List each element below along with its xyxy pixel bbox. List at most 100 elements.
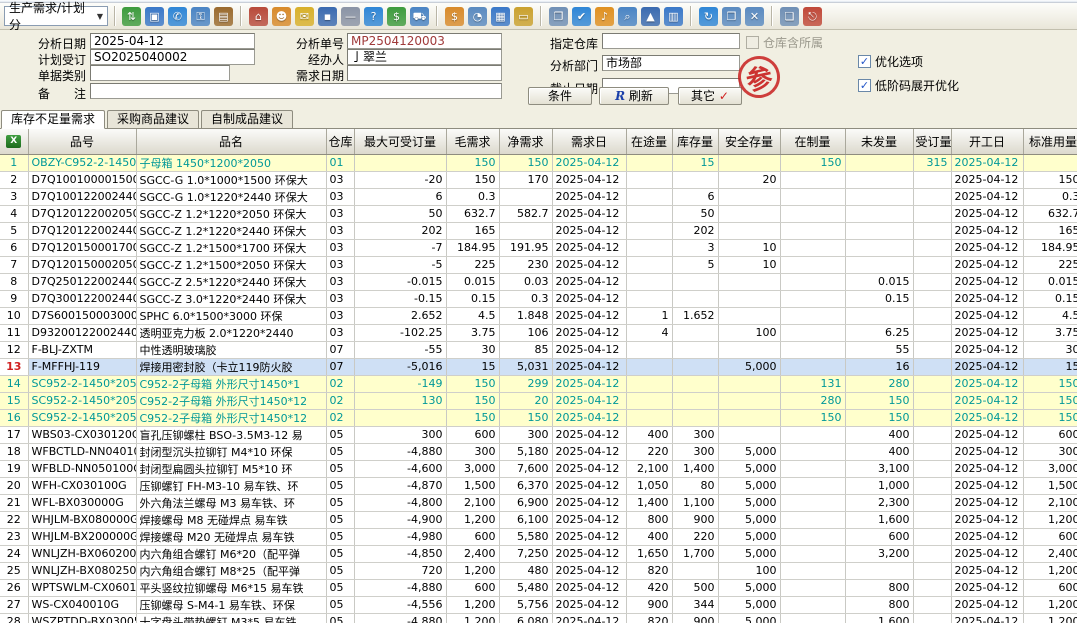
cell-in-transit[interactable]: 420 [626, 579, 672, 596]
cell-std-usage[interactable]: 0.3 [1023, 188, 1077, 205]
cell-std-usage[interactable]: 30 [1023, 341, 1077, 358]
cell-in-process[interactable] [780, 324, 845, 341]
cell-in-transit[interactable]: 800 [626, 511, 672, 528]
cell-start-date[interactable]: 2025-04-12 [951, 290, 1023, 307]
cell-start-date[interactable]: 2025-04-12 [951, 188, 1023, 205]
cell-ordered[interactable] [913, 392, 951, 409]
cell-demand-date[interactable]: 2025-04-12 [552, 562, 626, 579]
cell-max-orderable[interactable]: 720 [354, 562, 446, 579]
cell-max-orderable[interactable]: -0.15 [354, 290, 446, 307]
cell-safety-stock[interactable] [718, 205, 780, 222]
row-number[interactable]: 14 [0, 375, 28, 392]
table-row[interactable]: 2D7Q1001000015000GSGCC-G 1.0*1000*1500 环… [0, 171, 1077, 188]
calculator-icon[interactable]: ▦ [491, 7, 510, 26]
cell-in-process[interactable] [780, 290, 845, 307]
cell-max-orderable[interactable]: -4,900 [354, 511, 446, 528]
cell-gross-demand[interactable]: 0.15 [446, 290, 499, 307]
cell-unissued[interactable] [845, 205, 913, 222]
cell-safety-stock[interactable]: 5,000 [718, 358, 780, 375]
cell-ordered[interactable]: 315 [913, 154, 951, 171]
cell-item-name[interactable]: SGCC-Z 1.2*1500*1700 环保大 [136, 239, 326, 256]
cell-in-process[interactable] [780, 579, 845, 596]
table-row[interactable]: 21WFL-BX030000G外六角法兰螺母 M3 易车铁、环05-4,8002… [0, 494, 1077, 511]
table-row[interactable]: 27WS-CX040010G压铆螺母 S-M4-1 易车铁、环保05-4,556… [0, 596, 1077, 613]
cell-gross-demand[interactable]: 2,400 [446, 545, 499, 562]
table-row[interactable]: 19WFBLD-NN050100G封闭型扁圆头拉铆钉 M5*10 环05-4,6… [0, 460, 1077, 477]
cell-in-process[interactable] [780, 613, 845, 623]
cell-std-usage[interactable]: 632.7 [1023, 205, 1077, 222]
cell-in-transit[interactable]: 1,400 [626, 494, 672, 511]
cell-net-demand[interactable]: 7,250 [499, 545, 552, 562]
cell-safety-stock[interactable]: 5,000 [718, 579, 780, 596]
cell-in-transit[interactable] [626, 188, 672, 205]
row-number[interactable]: 12 [0, 341, 28, 358]
cell-gross-demand[interactable]: 150 [446, 409, 499, 426]
cell-ordered[interactable] [913, 324, 951, 341]
cell-std-usage[interactable]: 225 [1023, 256, 1077, 273]
cell-std-usage[interactable]: 1,200 [1023, 562, 1077, 579]
cell-item-name[interactable]: SGCC-Z 1.2*1500*2050 环保大 [136, 256, 326, 273]
cell-unissued[interactable]: 1,600 [845, 511, 913, 528]
cell-item-name[interactable]: SGCC-Z 2.5*1220*2440 环保大 [136, 273, 326, 290]
cell-ordered[interactable] [913, 494, 951, 511]
cell-unissued[interactable]: 16 [845, 358, 913, 375]
cell-demand-date[interactable]: 2025-04-12 [552, 290, 626, 307]
cell-net-demand[interactable]: 0.03 [499, 273, 552, 290]
row-number[interactable]: 25 [0, 562, 28, 579]
col-header-net-demand[interactable]: 净需求 [499, 129, 552, 154]
col-header-unissued[interactable]: 未发量 [845, 129, 913, 154]
table-row[interactable]: 16SC952-2-1450*2050-1C952-2子母箱 外形尺寸1450*… [0, 409, 1077, 426]
cell-net-demand[interactable]: 106 [499, 324, 552, 341]
cell-item-no[interactable]: WSZPTDD-BX030050G [28, 613, 136, 623]
cell-gross-demand[interactable]: 150 [446, 392, 499, 409]
cell-in-process[interactable] [780, 307, 845, 324]
cell-start-date[interactable]: 2025-04-12 [951, 511, 1023, 528]
cell-stock[interactable] [672, 273, 718, 290]
cell-start-date[interactable]: 2025-04-12 [951, 307, 1023, 324]
cell-stock[interactable]: 1,100 [672, 494, 718, 511]
cell-net-demand[interactable]: 582.7 [499, 205, 552, 222]
cell-std-usage[interactable]: 150 [1023, 392, 1077, 409]
cell-item-name[interactable]: SGCC-Z 3.0*1220*2440 环保大 [136, 290, 326, 307]
cell-ordered[interactable] [913, 222, 951, 239]
cell-max-orderable[interactable]: -4,880 [354, 443, 446, 460]
cell-gross-demand[interactable]: 600 [446, 579, 499, 596]
cell-warehouse[interactable]: 01 [326, 154, 354, 171]
cell-in-process[interactable] [780, 239, 845, 256]
remark-field[interactable] [90, 83, 502, 99]
cell-warehouse[interactable]: 05 [326, 545, 354, 562]
cell-safety-stock[interactable] [718, 341, 780, 358]
cell-safety-stock[interactable] [718, 290, 780, 307]
cell-item-no[interactable]: WBS03-CX030120G [28, 426, 136, 443]
cell-start-date[interactable]: 2025-04-12 [951, 222, 1023, 239]
cell-std-usage[interactable]: 1,200 [1023, 596, 1077, 613]
cell-safety-stock[interactable] [718, 375, 780, 392]
row-number[interactable]: 21 [0, 494, 28, 511]
cell-safety-stock[interactable]: 5,000 [718, 460, 780, 477]
exit-icon[interactable]: ⎋ [803, 7, 822, 26]
cell-in-process[interactable] [780, 222, 845, 239]
cell-item-no[interactable]: F-BLJ-ZXTM [28, 341, 136, 358]
cell-net-demand[interactable]: 300 [499, 426, 552, 443]
cell-in-transit[interactable]: 820 [626, 562, 672, 579]
table-row[interactable]: 23WHJLM-BX200000G焊接螺母 M20 无碰焊点 易车铁05-4,9… [0, 528, 1077, 545]
cell-warehouse[interactable]: 05 [326, 443, 354, 460]
cell-item-no[interactable]: WPTSWLM-CX060150G [28, 579, 136, 596]
cell-in-process[interactable] [780, 511, 845, 528]
cell-demand-date[interactable]: 2025-04-12 [552, 358, 626, 375]
operator-field[interactable]: 亅翠兰 [347, 49, 502, 65]
cell-demand-date[interactable]: 2025-04-12 [552, 443, 626, 460]
cell-item-name[interactable]: 内六角组合螺钉 M6*20（配平弹 [136, 545, 326, 562]
cell-net-demand[interactable]: 150 [499, 409, 552, 426]
cell-start-date[interactable]: 2025-04-12 [951, 460, 1023, 477]
home-icon[interactable]: ⌂ [249, 7, 268, 26]
row-number[interactable]: 7 [0, 256, 28, 273]
cell-stock[interactable] [672, 375, 718, 392]
cell-safety-stock[interactable] [718, 409, 780, 426]
cell-gross-demand[interactable]: 632.7 [446, 205, 499, 222]
cell-std-usage[interactable]: 1,200 [1023, 613, 1077, 623]
cell-item-name[interactable]: SGCC-G 1.0*1000*1500 环保大 [136, 171, 326, 188]
cell-demand-date[interactable]: 2025-04-12 [552, 222, 626, 239]
cell-unissued[interactable]: 1,600 [845, 613, 913, 623]
cell-std-usage[interactable]: 0.15 [1023, 290, 1077, 307]
